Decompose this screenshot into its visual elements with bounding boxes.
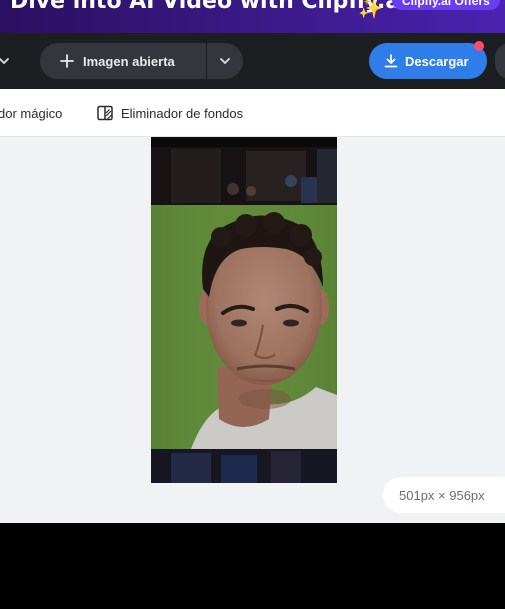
portrait-photo	[151, 137, 337, 483]
edited-image[interactable]	[151, 137, 337, 483]
image-size-indicator: 501px × 956px	[383, 477, 505, 513]
magic-tool[interactable]: dor mágico	[0, 89, 62, 137]
promo-banner[interactable]: Dive into AI Video with Clipfly.ai ✨ Cli…	[0, 0, 505, 33]
background-remover-icon	[97, 105, 113, 121]
plus-icon	[60, 54, 74, 68]
promo-title: Dive into AI Video with Clipfly.ai	[10, 0, 408, 14]
open-image-label: Imagen abierta	[83, 53, 175, 69]
open-image-button[interactable]: Imagen abierta	[40, 43, 206, 79]
sparkle-icon: ✨	[358, 0, 383, 20]
top-toolbar: Imagen abierta Descargar	[0, 33, 505, 89]
chevron-down-icon[interactable]	[0, 55, 10, 67]
chevron-down-icon	[220, 58, 230, 64]
magic-tool-label: dor mágico	[0, 105, 63, 121]
background-remover-label: Eliminador de fondos	[121, 105, 244, 121]
image-size-label: 501px × 956px	[399, 487, 485, 503]
promo-badge[interactable]: Clipfly.ai Offers	[392, 0, 500, 10]
open-image-dropdown[interactable]	[207, 43, 243, 79]
download-label: Descargar	[405, 53, 469, 69]
download-button[interactable]: Descargar	[369, 43, 487, 79]
editor-canvas: 501px × 956px	[0, 137, 505, 523]
more-button[interactable]	[495, 43, 505, 79]
tools-bar: dor mágico Eliminador de fondos	[0, 89, 505, 137]
notification-dot	[474, 41, 484, 51]
open-image-group: Imagen abierta	[40, 43, 243, 79]
download-icon	[384, 54, 398, 68]
background-remover-tool[interactable]: Eliminador de fondos	[96, 89, 243, 137]
